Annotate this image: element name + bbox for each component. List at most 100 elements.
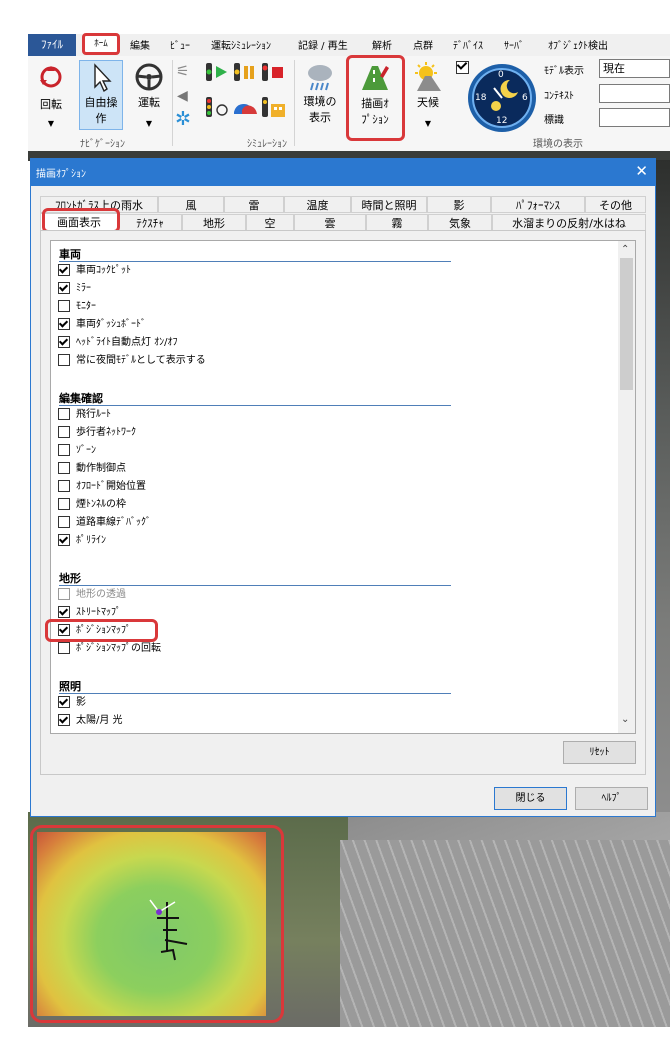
checkbox[interactable] (58, 714, 70, 726)
weather-label: 天候 (417, 96, 439, 109)
tab-device[interactable]: ﾃﾞﾊﾞｲｽ (453, 37, 483, 52)
environment-display-button[interactable]: 環境の 表示 (298, 60, 342, 130)
close-button[interactable]: 閉じる (494, 787, 567, 810)
tab-wind[interactable]: 風 (158, 196, 224, 213)
sign-label: 標識 (544, 115, 564, 126)
checkbox[interactable] (58, 354, 70, 366)
drive-button[interactable]: 運転 ▼ (130, 60, 168, 132)
rotate-button[interactable]: 回転 ▼ (33, 60, 69, 132)
option-always-night-model[interactable]: 常に夜間ﾓﾃﾞﾙとして表示する (58, 354, 206, 368)
free-operation-button[interactable]: 自由操 作 (79, 60, 123, 130)
chevron-down-icon[interactable]: ▼ (33, 116, 69, 131)
pause-signal-button[interactable] (233, 62, 257, 82)
option-lane-debug[interactable]: 道路車線ﾃﾞﾊﾞｯｸﾞ (58, 516, 151, 530)
model-display-select[interactable]: 現在 (599, 59, 670, 78)
option-pedestrian-network[interactable]: 歩行者ﾈｯﾄﾜｰｸ (58, 426, 136, 440)
tab-point-cloud[interactable]: 点群 (413, 37, 433, 52)
play-signal-button[interactable] (205, 62, 229, 82)
context-field[interactable] (599, 84, 670, 103)
checkbox[interactable] (58, 498, 70, 510)
gear-icon[interactable]: ✲ (175, 109, 197, 131)
tab-edit[interactable]: 編集 (130, 37, 150, 52)
tab-file[interactable]: ﾌｧｲﾙ (28, 34, 76, 56)
option-flight-route[interactable]: 飛行ﾙｰﾄ (58, 408, 111, 422)
checkbox[interactable] (58, 534, 70, 546)
option-monitor[interactable]: ﾓﾆﾀｰ (58, 300, 96, 314)
tab-drive-simulation[interactable]: 運転ｼﾐｭﾚｰｼｮﾝ (211, 37, 271, 52)
checkbox[interactable] (58, 426, 70, 438)
tab-record-play[interactable]: 記録 / 再生 (298, 37, 348, 52)
checkbox[interactable] (58, 696, 70, 708)
tab-weather[interactable]: 気象 (428, 214, 492, 231)
tab-view[interactable]: ﾋﾞｭｰ (170, 37, 190, 52)
tab-terrain[interactable]: 地形 (182, 214, 246, 231)
time-of-day-clock[interactable]: 0 18 6 12 (466, 62, 538, 134)
scroll-down-icon[interactable]: ⌄ (621, 714, 629, 725)
scene-pavement (340, 840, 670, 1027)
rotate-icon (40, 66, 62, 88)
dialog-title: 描画ｵﾌﾟｼｮﾝ (36, 169, 86, 180)
tab-performance[interactable]: ﾊﾟﾌｫｰﾏﾝｽ (491, 196, 585, 213)
section-title-lighting: 照明 (59, 680, 81, 693)
tab-fog[interactable]: 霧 (366, 214, 428, 231)
checkbox[interactable] (58, 480, 70, 492)
tab-puddle-reflection[interactable]: 水溜まりの反射/水はね (492, 214, 646, 231)
signal-timer-button[interactable] (205, 96, 229, 118)
checkbox[interactable] (58, 336, 70, 348)
option-mirror[interactable]: ﾐﾗｰ (58, 282, 91, 296)
option-headlight-auto[interactable]: ﾍｯﾄﾞﾗｲﾄ自動点灯 ｵﾝ/ｵﾌ (58, 336, 178, 350)
chevron-down-icon[interactable]: ▼ (408, 116, 448, 131)
option-dashboard[interactable]: 車両ﾀﾞｯｼｭﾎﾞｰﾄﾞ (58, 318, 146, 332)
option-zone[interactable]: ｿﾞｰﾝ (58, 444, 96, 458)
checkbox[interactable] (58, 282, 70, 294)
option-smoke-tunnel-frame[interactable]: 煙ﾄﾝﾈﾙの枠 (58, 498, 126, 512)
scrollbar-thumb[interactable] (620, 258, 633, 390)
tab-home[interactable]: ﾎｰﾑ (82, 33, 120, 55)
option-sun-moon-light[interactable]: 太陽/月 光 (58, 714, 123, 728)
checkbox[interactable] (58, 264, 70, 276)
dialog-title-bar: 描画ｵﾌﾟｼｮﾝ ✕ (30, 158, 656, 186)
chevron-down-icon[interactable]: ▼ (130, 116, 168, 131)
checkbox[interactable] (58, 642, 70, 654)
option-motion-control-point[interactable]: 動作制御点 (58, 462, 126, 476)
traffic-cars-button[interactable] (232, 98, 258, 118)
sign-field[interactable] (599, 108, 670, 127)
tab-analysis[interactable]: 解析 (372, 37, 392, 52)
help-button[interactable]: ﾍﾙﾌﾟ (575, 787, 648, 810)
sim-tool-icon[interactable]: ⚟ (176, 62, 196, 82)
reset-button[interactable]: ﾘｾｯﾄ (563, 741, 636, 764)
option-shadow[interactable]: 影 (58, 696, 86, 710)
tab-temperature[interactable]: 温度 (284, 196, 351, 213)
building-signal-button[interactable] (261, 96, 287, 118)
option-offroad-start[interactable]: ｵﾌﾛｰﾄﾞ開始位置 (58, 480, 146, 494)
tab-object-detection[interactable]: ｵﾌﾞｼﾞｪｸﾄ検出 (548, 37, 608, 52)
checkbox[interactable] (58, 462, 70, 474)
tab-texture[interactable]: ﾃｸｽﾁｬ (118, 214, 182, 231)
option-vehicle-cockpit[interactable]: 車両ｺｯｸﾋﾟｯﾄ (58, 264, 131, 278)
steering-wheel-icon (135, 63, 163, 91)
tab-sky[interactable]: 空 (246, 214, 294, 231)
tab-cloud[interactable]: 雲 (294, 214, 366, 231)
option-polyline[interactable]: ﾎﾟﾘﾗｲﾝ (58, 534, 106, 548)
checkbox[interactable] (58, 408, 70, 420)
tab-thunder[interactable]: 雷 (224, 196, 284, 213)
stop-signal-button[interactable] (261, 62, 285, 82)
section-title-edit-check: 編集確認 (59, 392, 103, 405)
tab-server[interactable]: ｻｰﾊﾞ (504, 37, 524, 52)
checkbox[interactable] (58, 444, 70, 456)
scroll-up-icon[interactable]: ⌃ (621, 244, 629, 255)
tab-time-lighting[interactable]: 時間と照明 (351, 196, 427, 213)
checkbox[interactable] (58, 516, 70, 528)
close-icon[interactable]: ✕ (635, 162, 648, 180)
free-op-label-1: 自由操 (84, 96, 118, 109)
context-label: ｺﾝﾃｷｽﾄ (544, 91, 574, 102)
checkbox[interactable] (58, 318, 70, 330)
option-street-map[interactable]: ｽﾄﾘｰﾄﾏｯﾌﾟ (58, 606, 121, 620)
horn-icon[interactable]: ◀ (177, 88, 197, 106)
option-position-map-rotation[interactable]: ﾎﾟｼﾞｼｮﾝﾏｯﾌﾟの回転 (58, 642, 161, 656)
tab-shadow[interactable]: 影 (427, 196, 491, 213)
weather-button[interactable]: 天候 ▼ (408, 60, 448, 132)
checkbox[interactable] (58, 606, 70, 618)
tab-other[interactable]: その他 (585, 196, 646, 213)
checkbox[interactable] (58, 300, 70, 312)
